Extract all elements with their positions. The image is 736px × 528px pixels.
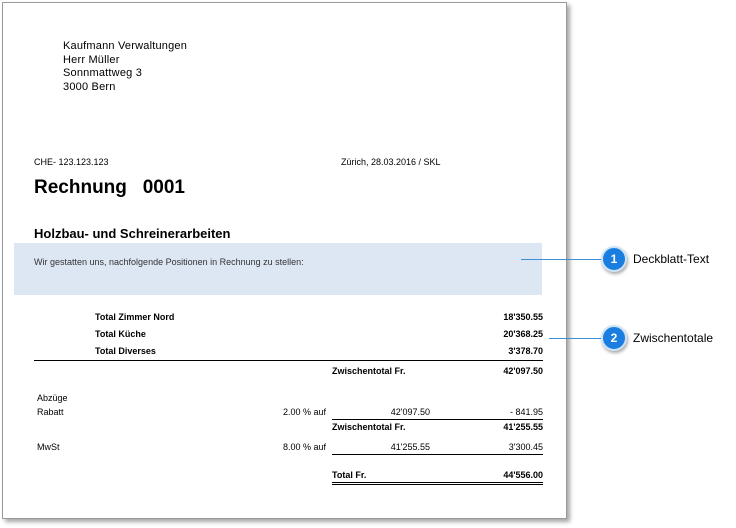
rabatt-amount: - 841.95 — [509, 407, 543, 417]
grand-total-label: Total Fr. — [332, 470, 367, 480]
cover-text: Wir gestatten uns, nachfolgende Position… — [34, 257, 304, 267]
subtotal-label: Zwischentotal Fr. — [332, 366, 406, 376]
callout-badge: 1 — [601, 246, 627, 272]
address-line-1: Kaufmann Verwaltungen — [63, 40, 188, 52]
mwst-base: 41'255.55 — [390, 442, 430, 452]
total-row-label: Total Diverses — [95, 346, 156, 356]
callout-connector — [521, 259, 603, 260]
mwst-amount: 3'300.45 — [508, 442, 543, 452]
rabatt-base: 42'097.50 — [390, 407, 430, 417]
address-line-4: 3000 Bern — [63, 80, 116, 93]
mwst-label: MwSt — [37, 442, 60, 452]
recipient-address: Kaufmann Verwaltungen Herr Müller Sonnma… — [63, 40, 187, 94]
subtotal-amount: 41'255.55 — [503, 422, 543, 432]
invoice-subtitle: Holzbau- und Schreinerarbeiten — [34, 226, 231, 241]
subtotal-label: Zwischentotal Fr. — [332, 422, 406, 432]
total-row-amount: 18'350.55 — [503, 312, 543, 322]
grand-total-amount: 44'556.00 — [503, 470, 543, 480]
total-row-label: Total Küche — [95, 329, 146, 339]
double-underline — [332, 482, 543, 483]
vat-number: CHE- 123.123.123 — [34, 157, 109, 167]
total-row-amount: 20'368.25 — [503, 329, 543, 339]
address-line-2: Herr Müller — [63, 53, 120, 66]
divider — [34, 360, 543, 361]
rabatt-rate: 2.00 % auf — [282, 407, 326, 417]
total-row-amount: 3'378.70 — [508, 346, 543, 356]
total-row-label: Total Zimmer Nord — [95, 312, 175, 322]
double-underline — [332, 484, 543, 485]
subtotal-amount: 42'097.50 — [503, 366, 543, 376]
callout-label: Zwischentotale — [633, 331, 714, 345]
callout-connector — [549, 338, 603, 339]
invoice-title: Rechnung 0001 — [34, 177, 185, 198]
callout-label: Deckblatt-Text — [633, 252, 710, 266]
callout-badge: 2 — [601, 325, 627, 351]
divider — [332, 454, 543, 455]
rabatt-label: Rabatt — [37, 407, 64, 417]
mwst-rate: 8.00 % auf — [282, 442, 326, 452]
address-line-3: Sonnmattweg 3 — [63, 67, 143, 79]
cover-text-area — [14, 243, 542, 295]
place-date: Zürich, 28.03.2016 / SKL — [341, 157, 441, 167]
divider — [332, 419, 543, 420]
deductions-heading: Abzüge — [37, 393, 68, 403]
